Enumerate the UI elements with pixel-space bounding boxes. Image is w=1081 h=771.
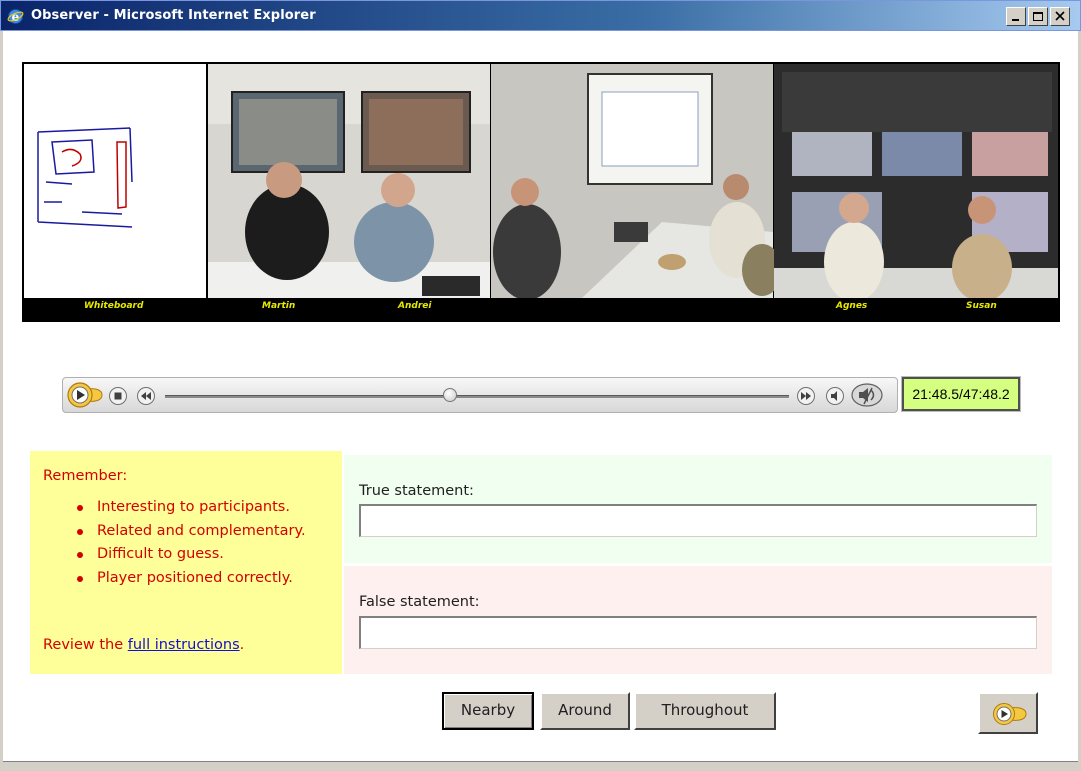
reminder-item: Difficult to guess.: [73, 543, 342, 567]
next-play-icon: [993, 703, 1027, 725]
around-button[interactable]: Around: [540, 692, 630, 730]
reminder-item: Related and complementary.: [73, 520, 342, 544]
reminder-list: Interesting to participants. Related and…: [73, 496, 342, 590]
label-strip: [22, 298, 1060, 322]
false-statement-label: False statement:: [359, 594, 480, 610]
status-bar: [3, 761, 1078, 771]
reminder-heading: Remember:: [43, 468, 128, 484]
label-agnes: Agnes: [836, 301, 868, 311]
play-icon[interactable]: [66, 381, 104, 409]
window-title: Observer - Microsoft Internet Explorer: [31, 8, 316, 23]
false-statement-panel: False statement:: [344, 566, 1052, 674]
video-panorama: Whiteboard Martin Andrei Agnes Susan: [22, 62, 1060, 322]
close-button[interactable]: [1050, 7, 1070, 26]
next-button[interactable]: [978, 692, 1038, 734]
fast-forward-icon[interactable]: [796, 386, 816, 406]
volume-icon[interactable]: [825, 386, 845, 406]
nearby-button[interactable]: Nearby: [442, 692, 534, 730]
seek-thumb[interactable]: [443, 388, 458, 402]
title-bar: e Observer - Microsoft Internet Explorer: [0, 0, 1081, 31]
rewind-icon[interactable]: [136, 386, 156, 406]
label-susan: Susan: [966, 301, 997, 311]
review-prefix: Review the: [43, 637, 128, 653]
review-text: Review the full instructions.: [43, 637, 244, 653]
close-icon: [1055, 11, 1065, 21]
true-statement-input[interactable]: [359, 504, 1037, 537]
reminder-item: Player positioned correctly.: [73, 567, 342, 591]
time-display: 21:48.5/47:48.2: [901, 376, 1021, 412]
review-suffix: .: [239, 637, 245, 653]
seek-track[interactable]: [165, 395, 789, 398]
true-statement-label: True statement:: [359, 483, 474, 499]
reminder-item: Interesting to participants.: [73, 496, 342, 520]
throughout-button[interactable]: Throughout: [634, 692, 776, 730]
ie-icon: e: [7, 9, 24, 24]
maximize-button[interactable]: [1028, 7, 1048, 26]
minimize-button[interactable]: [1006, 7, 1026, 26]
label-andrei: Andrei: [398, 301, 432, 311]
reminder-box: Remember: Interesting to participants. R…: [30, 451, 342, 674]
label-whiteboard: Whiteboard: [84, 301, 144, 311]
label-martin: Martin: [262, 301, 296, 311]
stop-icon[interactable]: [108, 386, 128, 406]
maximize-icon: [1033, 12, 1043, 21]
true-statement-panel: True statement:: [344, 455, 1052, 563]
mute-icon[interactable]: [850, 382, 884, 408]
minimize-icon: [1012, 19, 1019, 21]
media-player-bar: [62, 377, 898, 413]
full-instructions-link[interactable]: full instructions: [128, 637, 240, 653]
false-statement-input[interactable]: [359, 616, 1037, 649]
whiteboard-view: [24, 64, 206, 298]
